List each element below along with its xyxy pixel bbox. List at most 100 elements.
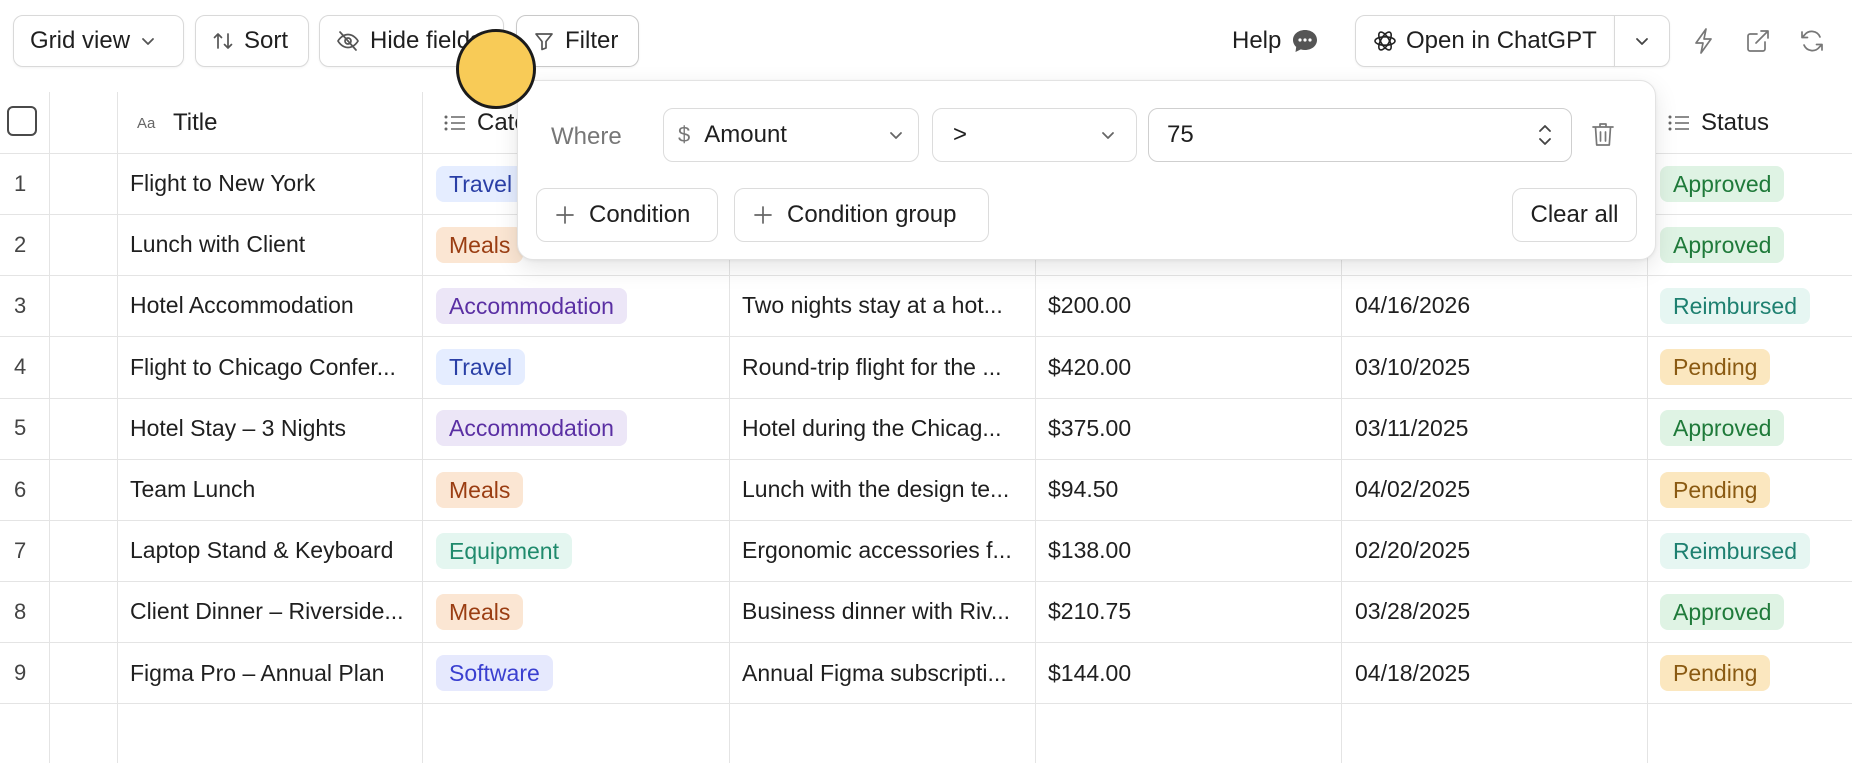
- filter-popover: Where $ Amount > 75 Condition Condition …: [517, 80, 1656, 260]
- currency-icon: $: [678, 122, 691, 147]
- help-button[interactable]: Help: [1232, 15, 1319, 67]
- filter-field-select[interactable]: $ Amount: [663, 108, 919, 162]
- cell-status[interactable]: Approved: [1660, 398, 1850, 459]
- refresh-icon[interactable]: [1793, 22, 1831, 60]
- cell-status[interactable]: Approved: [1660, 214, 1850, 275]
- status-badge: Pending: [1660, 349, 1771, 386]
- open-in-chatgpt-button[interactable]: Open in ChatGPT: [1355, 15, 1615, 67]
- status-badge: Reimbursed: [1660, 287, 1810, 324]
- row-number: 8: [14, 598, 27, 624]
- add-condition-group-label: Condition group: [787, 201, 957, 228]
- cell-date[interactable]: 03/11/2025: [1355, 398, 1635, 459]
- row-number: 6: [14, 476, 27, 502]
- cell-category[interactable]: Travel: [436, 337, 721, 398]
- category-tag: Travel: [436, 165, 526, 202]
- status-badge: Approved: [1660, 226, 1785, 263]
- category-tag: Equipment: [436, 532, 572, 569]
- category-tag: Meals: [436, 593, 524, 630]
- sort-button[interactable]: Sort: [195, 15, 309, 67]
- cell-status[interactable]: Reimbursed: [1660, 520, 1850, 581]
- add-condition-group-button[interactable]: Condition group: [734, 188, 989, 242]
- table-row[interactable]: 8 Client Dinner – Riverside... Meals Busine…: [0, 581, 1852, 642]
- cell-description[interactable]: Hotel during the Chicag...: [742, 398, 1025, 459]
- filter-operator-value: >: [953, 121, 968, 148]
- grid-view-button[interactable]: Grid view: [13, 15, 184, 67]
- category-tag: Accommodation: [436, 287, 627, 324]
- cell-amount[interactable]: $144.00: [1048, 643, 1328, 704]
- cell-description[interactable]: Lunch with the design te...: [742, 459, 1025, 520]
- cell-status[interactable]: Pending: [1660, 643, 1850, 704]
- cell-amount[interactable]: $200.00: [1048, 275, 1328, 336]
- cell-amount[interactable]: $420.00: [1048, 337, 1328, 398]
- cell-description[interactable]: Round-trip flight for the ...: [742, 337, 1025, 398]
- cell-amount[interactable]: $94.50: [1048, 459, 1328, 520]
- category-tag: Meals: [436, 226, 524, 263]
- cell-description[interactable]: Annual Figma subscripti...: [742, 643, 1025, 704]
- cell-amount[interactable]: $138.00: [1048, 520, 1328, 581]
- cell-title[interactable]: Client Dinner – Riverside...: [130, 581, 415, 642]
- cell-title[interactable]: Lunch with Client: [130, 214, 415, 275]
- clear-all-button[interactable]: Clear all: [1512, 188, 1637, 242]
- category-tag: Software: [436, 655, 553, 692]
- table-row[interactable]: 3 Hotel Accommodation Accommodation Two nig…: [0, 275, 1852, 336]
- row-number: 4: [14, 354, 27, 380]
- add-condition-button[interactable]: Condition: [536, 188, 718, 242]
- cell-title[interactable]: Flight to New York: [130, 153, 415, 214]
- cell-description[interactable]: Two nights stay at a hot...: [742, 275, 1025, 336]
- filter-value-text: 75: [1167, 121, 1194, 148]
- cell-description[interactable]: Ergonomic accessories f...: [742, 520, 1025, 581]
- lightning-icon[interactable]: [1685, 22, 1723, 60]
- cell-date[interactable]: 02/20/2025: [1355, 520, 1635, 581]
- table-row[interactable]: 5 Hotel Stay – 3 Nights Accommodation Hotel…: [0, 398, 1852, 459]
- cell-date[interactable]: 04/16/2026: [1355, 275, 1635, 336]
- cell-status[interactable]: Approved: [1660, 153, 1850, 214]
- cell-status[interactable]: Pending: [1660, 337, 1850, 398]
- cell-category[interactable]: Accommodation: [436, 398, 721, 459]
- row-number: 1: [14, 170, 27, 196]
- cell-date[interactable]: 04/02/2025: [1355, 459, 1635, 520]
- cell-status[interactable]: Reimbursed: [1660, 275, 1850, 336]
- cell-category[interactable]: Meals: [436, 581, 721, 642]
- cell-description[interactable]: Business dinner with Riv...: [742, 581, 1025, 642]
- cell-status[interactable]: Pending: [1660, 459, 1850, 520]
- cell-title[interactable]: Figma Pro – Annual Plan: [130, 643, 415, 704]
- external-link-icon[interactable]: [1739, 22, 1777, 60]
- select-all-checkbox[interactable]: [7, 106, 37, 136]
- filter-label: Filter: [565, 27, 619, 54]
- cell-title[interactable]: Laptop Stand & Keyboard: [130, 520, 415, 581]
- cell-category[interactable]: Software: [436, 643, 721, 704]
- trash-icon[interactable]: [1590, 121, 1620, 151]
- cell-title[interactable]: Team Lunch: [130, 459, 415, 520]
- cell-title[interactable]: Hotel Accommodation: [130, 275, 415, 336]
- stepper-icon[interactable]: [1537, 121, 1553, 149]
- add-condition-label: Condition: [589, 201, 691, 228]
- cell-date[interactable]: 03/28/2025: [1355, 581, 1635, 642]
- table-row[interactable]: 6 Team Lunch Meals Lunch with the design te…: [0, 459, 1852, 520]
- column-header-title[interactable]: Aa Title: [137, 92, 217, 153]
- cell-amount[interactable]: $375.00: [1048, 398, 1328, 459]
- open-in-chatgpt-label: Open in ChatGPT: [1406, 27, 1597, 54]
- filter-value-input[interactable]: 75: [1148, 108, 1572, 162]
- filter-operator-select[interactable]: >: [932, 108, 1137, 162]
- cell-category[interactable]: Accommodation: [436, 275, 721, 336]
- table-row[interactable]: 7 Laptop Stand & Keyboard Equipment Ergonom…: [0, 520, 1852, 581]
- cell-date[interactable]: 04/18/2025: [1355, 643, 1635, 704]
- cell-date[interactable]: 03/10/2025: [1355, 337, 1635, 398]
- cell-title[interactable]: Hotel Stay – 3 Nights: [130, 398, 415, 459]
- column-header-status[interactable]: Status: [1667, 92, 1769, 153]
- cell-category[interactable]: Equipment: [436, 520, 721, 581]
- svg-text:Aa: Aa: [137, 115, 156, 132]
- column-header-status-label: Status: [1701, 108, 1770, 136]
- chatgpt-options-dropdown[interactable]: [1614, 15, 1670, 67]
- row-number: 5: [14, 415, 27, 441]
- chevron-down-icon: [1634, 33, 1650, 49]
- cell-status[interactable]: Approved: [1660, 581, 1850, 642]
- table-row[interactable]: 4 Flight to Chicago Confer... Travel Round-…: [0, 337, 1852, 398]
- column-header-title-label: Title: [173, 108, 218, 136]
- row-number: 9: [14, 660, 27, 686]
- filter-field-value: Amount: [704, 121, 787, 148]
- table-row[interactable]: 9 Figma Pro – Annual Plan Software Annual F…: [0, 643, 1852, 704]
- cell-category[interactable]: Meals: [436, 459, 721, 520]
- cell-title[interactable]: Flight to Chicago Confer...: [130, 337, 415, 398]
- cell-amount[interactable]: $210.75: [1048, 581, 1328, 642]
